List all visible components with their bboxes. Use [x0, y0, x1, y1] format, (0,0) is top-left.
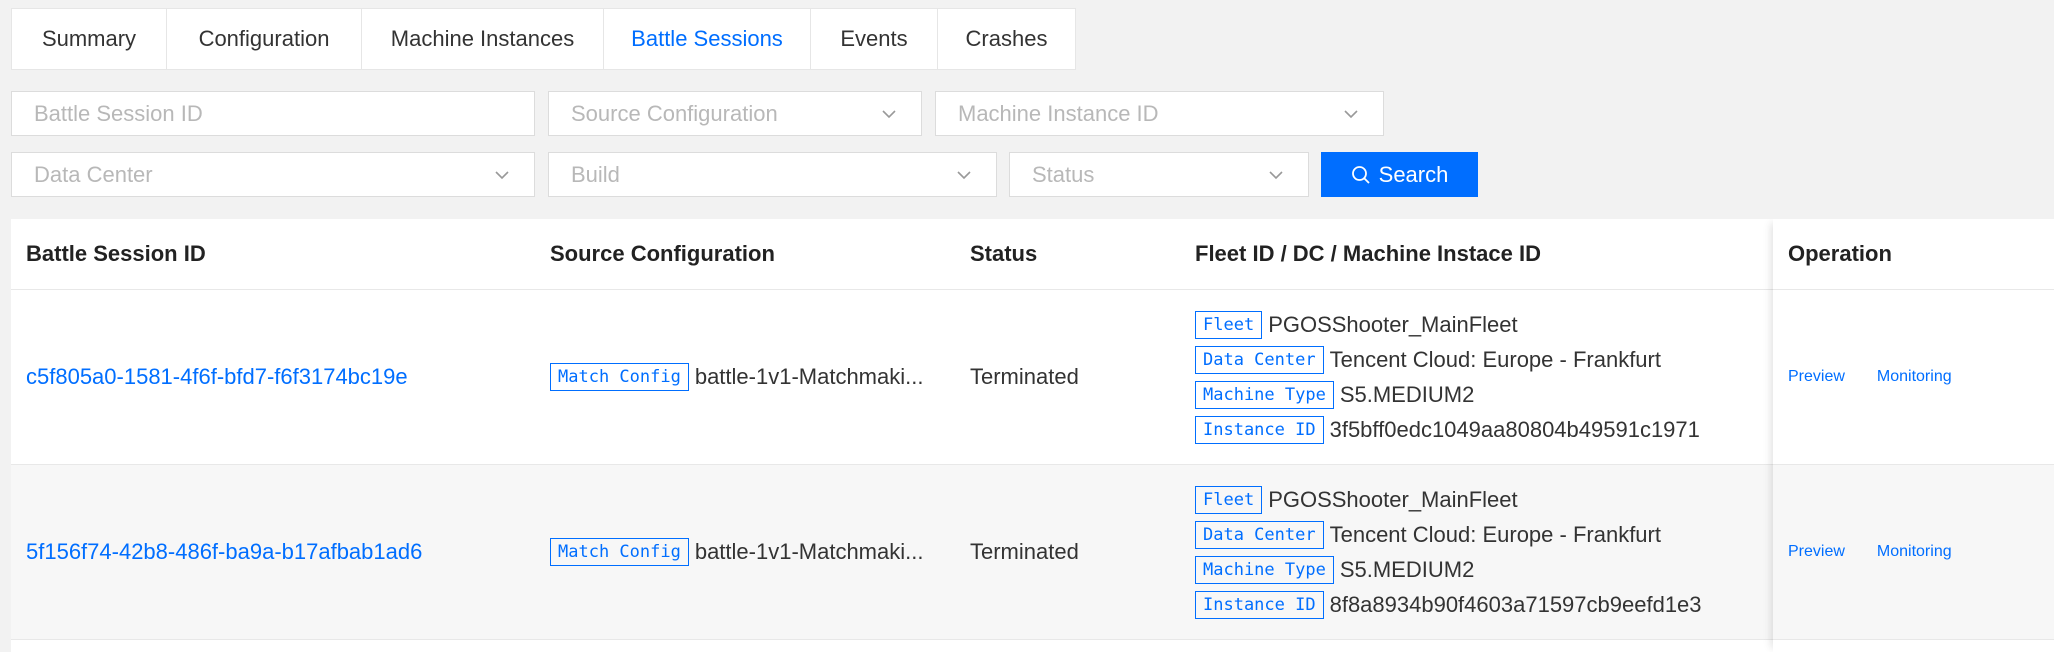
status-value: Terminated [970, 539, 1079, 564]
chevron-down-icon [495, 170, 509, 179]
build-placeholder: Build [571, 161, 620, 187]
battle-session-id-link[interactable]: c5f805a0-1581-4f6f-bfd7-f6f3174bc19e [26, 364, 408, 390]
source-configuration-placeholder: Source Configuration [571, 100, 778, 126]
fleet-value: PGOSShooter_MainFleet [1268, 311, 1518, 337]
status-value: Terminated [970, 364, 1079, 389]
battle-session-id-link[interactable]: 5f156f74-42b8-486f-ba9a-b17afbab1ad6 [26, 539, 422, 565]
data-center-value: Tencent Cloud: Europe - Frankfurt [1329, 346, 1661, 372]
battle-session-id-placeholder: Battle Session ID [34, 100, 203, 126]
machine-type-tag: Machine Type [1195, 555, 1334, 584]
battle-session-id-input[interactable]: Battle Session ID [11, 91, 535, 136]
column-header-status: Status [970, 241, 1038, 266]
source-configuration-value: battle-1v1-Matchmaki... [694, 364, 924, 389]
chevron-down-icon [1344, 109, 1358, 118]
search-button[interactable]: Search [1321, 152, 1478, 197]
column-header-battle-session-id: Battle Session ID [26, 241, 206, 266]
battle-sessions-table: Battle Session ID Source Configuration S… [11, 219, 2054, 652]
tab-summary[interactable]: Summary [12, 9, 167, 69]
column-header-fleet: Fleet ID / DC / Machine Instace ID [1195, 241, 1541, 266]
source-configuration-select[interactable]: Source Configuration [548, 91, 922, 136]
status-placeholder: Status [1032, 161, 1095, 187]
search-icon [1351, 165, 1370, 184]
machine-type-value: S5.MEDIUM2 [1339, 381, 1475, 407]
instance-id-tag: Instance ID [1195, 415, 1324, 444]
instance-id-value: 8f8a8934b90f4603a71597cb9eefd1e3 [1329, 591, 1702, 617]
fleet-value: PGOSShooter_MainFleet [1268, 486, 1518, 512]
operation-cell: Preview Monitoring [1773, 290, 2054, 465]
build-select[interactable]: Build [548, 152, 997, 197]
column-header-operation: Operation [1788, 241, 1892, 266]
tab-configuration[interactable]: Configuration [167, 9, 362, 69]
table-row: 5f156f74-42b8-486f-ba9a-b17afbab1ad6 Mat… [11, 465, 2054, 640]
match-config-tag: Match Config [550, 538, 689, 566]
preview-link[interactable]: Preview [1788, 368, 1845, 386]
data-center-tag: Data Center [1195, 345, 1324, 374]
data-center-select[interactable]: Data Center [11, 152, 535, 197]
column-header-source-configuration: Source Configuration [550, 241, 775, 266]
source-configuration-value: battle-1v1-Matchmaki... [694, 539, 924, 564]
monitoring-link[interactable]: Monitoring [1877, 368, 1952, 386]
chevron-down-icon [1269, 170, 1283, 179]
search-button-label: Search [1378, 161, 1449, 187]
operation-column: Operation Preview Monitoring Preview Mon… [1773, 219, 2054, 652]
match-config-tag: Match Config [550, 363, 689, 391]
tab-bar: Summary Configuration Machine Instances … [11, 8, 1076, 70]
status-select[interactable]: Status [1009, 152, 1309, 197]
tab-battle-sessions[interactable]: Battle Sessions [604, 9, 811, 69]
table-row: c5f805a0-1581-4f6f-bfd7-f6f3174bc19e Mat… [11, 290, 2054, 465]
machine-instance-id-select[interactable]: Machine Instance ID [935, 91, 1384, 136]
machine-instance-id-placeholder: Machine Instance ID [958, 100, 1159, 126]
tab-crashes[interactable]: Crashes [938, 9, 1075, 69]
fleet-tag: Fleet [1195, 485, 1263, 514]
data-center-value: Tencent Cloud: Europe - Frankfurt [1329, 521, 1661, 547]
tab-machine-instances[interactable]: Machine Instances [362, 9, 604, 69]
data-center-tag: Data Center [1195, 520, 1324, 549]
chevron-down-icon [882, 109, 896, 118]
monitoring-link[interactable]: Monitoring [1877, 543, 1952, 561]
fleet-tag: Fleet [1195, 310, 1263, 339]
tab-events[interactable]: Events [811, 9, 938, 69]
chevron-down-icon [957, 170, 971, 179]
machine-type-tag: Machine Type [1195, 380, 1334, 409]
machine-type-value: S5.MEDIUM2 [1339, 556, 1475, 582]
preview-link[interactable]: Preview [1788, 543, 1845, 561]
instance-id-tag: Instance ID [1195, 590, 1324, 619]
operation-cell: Preview Monitoring [1773, 465, 2054, 640]
instance-id-value: 3f5bff0edc1049aa80804b49591c1971 [1329, 416, 1700, 442]
data-center-placeholder: Data Center [34, 161, 153, 187]
